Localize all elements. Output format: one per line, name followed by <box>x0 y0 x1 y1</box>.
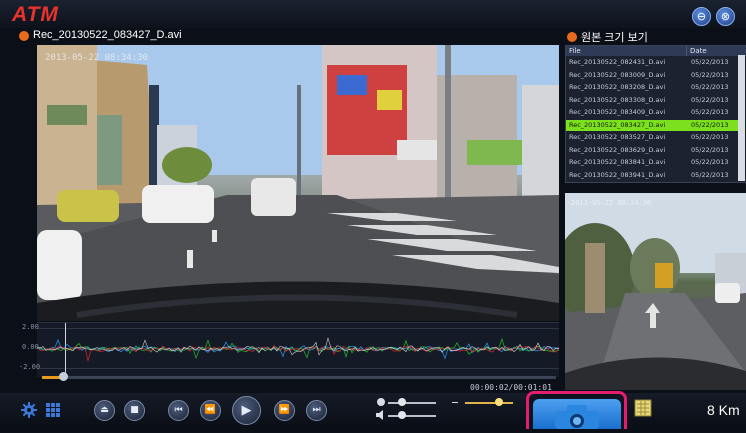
stop-button[interactable]: ■ <box>124 400 145 421</box>
seek-handle[interactable] <box>59 372 68 381</box>
file-name: Rec_20130522_083941_D.avi <box>569 170 666 179</box>
graph-label-mid: 0.00 <box>22 343 39 351</box>
file-date: 05/22/2013 <box>691 83 729 91</box>
file-date: 05/22/2013 <box>691 70 729 79</box>
graph-traces <box>37 337 559 363</box>
file-name: Rec_20130522_083308_D.avi <box>569 95 666 104</box>
title-bar <box>0 0 746 28</box>
camera-icon <box>555 405 599 429</box>
balance-slider[interactable] <box>388 415 436 417</box>
speed-readout: 8 Km <box>707 402 740 418</box>
file-date: 05/22/2013 <box>691 120 729 129</box>
original-size-view-button[interactable]: 원본 크기 보기 <box>581 29 648 45</box>
eject-button[interactable]: ⏏ <box>94 400 115 421</box>
file-list-scrollbar[interactable] <box>738 55 745 181</box>
file-row[interactable]: Rec_20130522_082431_D.avi 05/22/2013 <box>566 57 740 68</box>
graph-trace <box>37 337 559 356</box>
zoom-minus-icon <box>452 402 458 403</box>
zoom-slider-handle[interactable] <box>495 398 503 406</box>
file-name: Rec_20130522_082431_D.avi <box>569 58 666 66</box>
play-indicator-icon <box>19 31 29 41</box>
gear-icon[interactable] <box>21 402 37 418</box>
file-name: Rec_20130522_083009_D.avi <box>569 70 666 79</box>
file-date: 05/22/2013 <box>691 158 729 166</box>
fast-forward-button[interactable]: ⏩ <box>274 400 295 421</box>
main-video-frame <box>37 45 559 321</box>
file-date: 05/22/2013 <box>691 58 729 66</box>
file-row[interactable]: Rec_20130522_083841_D.avi 05/22/2013 <box>566 157 740 168</box>
volume-slider[interactable] <box>388 402 436 404</box>
volume-icon <box>377 398 385 406</box>
play-button[interactable]: ▶ <box>232 396 261 425</box>
file-name: Rec_20130522_083409_D.avi <box>569 108 666 116</box>
minimize-button[interactable]: ⊖ <box>692 7 711 26</box>
file-date: 05/22/2013 <box>691 108 729 116</box>
secondary-video-view[interactable]: 2013-05-22 08:34:30 <box>565 193 746 390</box>
file-date: 05/22/2013 <box>691 170 729 179</box>
file-row[interactable]: Rec_20130522_083409_D.avi 05/22/2013 <box>566 107 740 118</box>
file-name: Rec_20130522_083427_D.avi <box>569 120 666 129</box>
app-logo: ATM <box>12 3 59 26</box>
close-button[interactable]: ⊗ <box>716 7 735 26</box>
file-date: 05/22/2013 <box>691 133 729 141</box>
map-icon[interactable] <box>634 399 652 417</box>
column-header-file[interactable]: File <box>566 46 687 56</box>
zoom-slider[interactable] <box>465 402 513 404</box>
file-name: Rec_20130522_083841_D.avi <box>569 158 666 166</box>
file-row[interactable]: Rec_20130522_083009_D.avi 05/22/2013 <box>566 70 740 81</box>
secondary-video-frame <box>565 193 746 390</box>
graph-label-top: 2.00 <box>22 323 39 331</box>
file-row[interactable]: Rec_20130522_083527_D.avi 05/22/2013 <box>566 132 740 143</box>
file-name: Rec_20130522_083208_D.avi <box>569 83 666 91</box>
file-name: Rec_20130522_083527_D.avi <box>569 133 666 141</box>
file-list: File Date Rec_20130522_082431_D.avi 05/22… <box>565 45 746 183</box>
file-row[interactable]: Rec_20130522_083629_D.avi 05/22/2013 <box>566 145 740 156</box>
seek-bar[interactable] <box>42 376 556 379</box>
grid-icon[interactable] <box>46 403 60 417</box>
file-date: 05/22/2013 <box>691 145 729 154</box>
previous-file-button[interactable]: ⏮ <box>168 400 189 421</box>
main-video-view[interactable]: 2013-05-22 08:34:30 <box>37 45 559 321</box>
file-row[interactable]: Rec_20130522_083308_D.avi 05/22/2013 <box>566 95 740 106</box>
next-file-button[interactable]: ⏭ <box>306 400 327 421</box>
file-row[interactable]: Rec_20130522_083208_D.avi 05/22/2013 <box>566 82 740 93</box>
main-video-timestamp: 2013-05-22 08:34:30 <box>45 53 148 63</box>
file-name: Rec_20130522_083629_D.avi <box>569 145 666 154</box>
speaker-icon <box>376 410 383 420</box>
play-indicator-icon <box>567 32 577 42</box>
rewind-button[interactable]: ⏪ <box>200 400 221 421</box>
snapshot-button[interactable] <box>533 399 621 429</box>
graph-label-bottom: -2.00 <box>19 363 41 371</box>
file-row-selected[interactable]: Rec_20130522_083427_D.avi 05/22/2013 <box>566 119 740 131</box>
gsensor-graph <box>37 322 559 377</box>
file-row[interactable]: Rec_20130522_083941_D.avi 05/22/2013 <box>566 170 740 181</box>
file-date: 05/22/2013 <box>691 95 729 104</box>
secondary-video-timestamp: 2013-05-22 08:34:30 <box>571 199 652 207</box>
current-filename: Rec_20130522_083427_D.avi <box>33 29 182 41</box>
